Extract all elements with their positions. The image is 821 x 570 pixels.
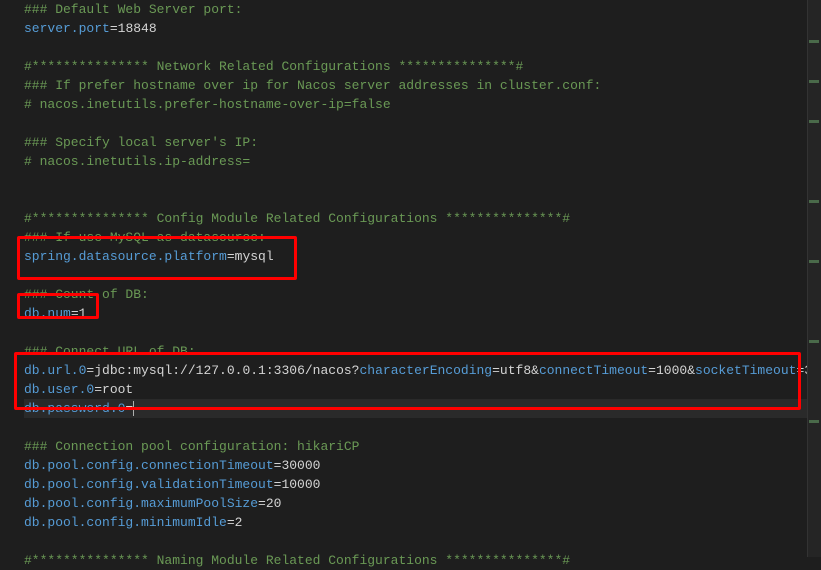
property-key: db.num [24, 306, 71, 321]
property-value: 2 [235, 515, 243, 530]
comment-text: ### Count of DB: [24, 287, 149, 302]
property-key: db.pool.config.maximumPoolSize [24, 496, 258, 511]
code-line[interactable]: spring.datasource.platform=mysql [24, 247, 821, 266]
comment-text: #*************** Naming Module Related C… [24, 553, 570, 568]
comment-text: ### If use MySQL as datasource: [24, 230, 266, 245]
code-line[interactable]: db.pool.config.maximumPoolSize=20 [24, 494, 821, 513]
property-value: 20 [266, 496, 282, 511]
equals-sign: = [227, 515, 235, 530]
comment-text: # nacos.inetutils.prefer-hostname-over-i… [24, 97, 391, 112]
code-line[interactable]: #*************** Naming Module Related C… [24, 551, 821, 570]
property-value: 1 [79, 306, 87, 321]
code-line[interactable] [24, 323, 821, 342]
code-line[interactable] [24, 266, 821, 285]
equals-sign: = [110, 21, 118, 36]
code-line[interactable] [24, 532, 821, 551]
comment-text: ### Specify local server's IP: [24, 135, 258, 150]
property-key: db.user.0 [24, 382, 94, 397]
property-key: db.pool.config.minimumIdle [24, 515, 227, 530]
code-line[interactable]: db.pool.config.connectionTimeout=30000 [24, 456, 821, 475]
property-value: 30000 [281, 458, 320, 473]
code-line[interactable] [24, 418, 821, 437]
url-param: characterEncoding [359, 363, 492, 378]
comment-text: #*************** Config Module Related C… [24, 211, 570, 226]
code-line[interactable]: db.password.0= [24, 399, 821, 418]
comment-text: # nacos.inetutils.ip-address= [24, 154, 250, 169]
url-param: socketTimeout [695, 363, 796, 378]
property-key: spring.datasource.platform [24, 249, 227, 264]
text-cursor [133, 401, 134, 416]
code-line[interactable]: db.user.0=root [24, 380, 821, 399]
code-line[interactable]: server.port=18848 [24, 19, 821, 38]
code-line[interactable] [24, 38, 821, 57]
code-line[interactable]: ### Specify local server's IP: [24, 133, 821, 152]
comment-text: ### Default Web Server port: [24, 2, 242, 17]
url-param: connectTimeout [539, 363, 648, 378]
code-line[interactable]: db.pool.config.validationTimeout=10000 [24, 475, 821, 494]
minimap[interactable] [807, 0, 821, 557]
equals-sign: = [94, 382, 102, 397]
property-key: db.pool.config.validationTimeout [24, 477, 274, 492]
comment-text: ### If prefer hostname over ip for Nacos… [24, 78, 601, 93]
url-separator: & [687, 363, 695, 378]
property-value: 18848 [118, 21, 157, 36]
code-line[interactable] [24, 114, 821, 133]
code-line[interactable]: #*************** Network Related Configu… [24, 57, 821, 76]
code-editor[interactable]: ### Default Web Server port:server.port=… [0, 0, 821, 570]
equals-sign: = [71, 306, 79, 321]
comment-text: ### Connection pool configuration: hikar… [24, 439, 359, 454]
code-line[interactable]: # nacos.inetutils.ip-address= [24, 152, 821, 171]
code-line[interactable]: ### Count of DB: [24, 285, 821, 304]
property-value: root [102, 382, 133, 397]
code-line[interactable]: ### If prefer hostname over ip for Nacos… [24, 76, 821, 95]
code-line[interactable]: ### If use MySQL as datasource: [24, 228, 821, 247]
equals-sign: = [648, 363, 656, 378]
property-value: mysql [235, 249, 274, 264]
property-key: server.port [24, 21, 110, 36]
code-line[interactable] [24, 171, 821, 190]
code-line[interactable]: db.num=1 [24, 304, 821, 323]
comment-text: ### Connect URL of DB: [24, 344, 196, 359]
code-line[interactable]: db.url.0 = jdbc:mysql://127.0.0.1:3306/nac… [24, 361, 821, 380]
code-line[interactable]: db.pool.config.minimumIdle=2 [24, 513, 821, 532]
property-value: 10000 [281, 477, 320, 492]
equals-sign: = [227, 249, 235, 264]
property-key: db.pool.config.connectionTimeout [24, 458, 274, 473]
url-param-value: 1000 [656, 363, 687, 378]
code-line[interactable]: ### Connect URL of DB: [24, 342, 821, 361]
equals-sign: = [492, 363, 500, 378]
code-line[interactable] [24, 190, 821, 209]
equals-sign: = [258, 496, 266, 511]
url-prefix: jdbc:mysql://127.0.0.1:3306/nacos? [94, 363, 359, 378]
code-line[interactable]: # nacos.inetutils.prefer-hostname-over-i… [24, 95, 821, 114]
code-line[interactable]: ### Connection pool configuration: hikar… [24, 437, 821, 456]
comment-text: #*************** Network Related Configu… [24, 59, 523, 74]
equals-sign: = [125, 401, 133, 416]
property-key: db.password.0 [24, 401, 125, 416]
code-line[interactable]: ### Default Web Server port: [24, 0, 821, 19]
url-separator: & [531, 363, 539, 378]
code-line[interactable]: #*************** Config Module Related C… [24, 209, 821, 228]
url-param-value: utf8 [500, 363, 531, 378]
property-key: db.url.0 [24, 363, 86, 378]
